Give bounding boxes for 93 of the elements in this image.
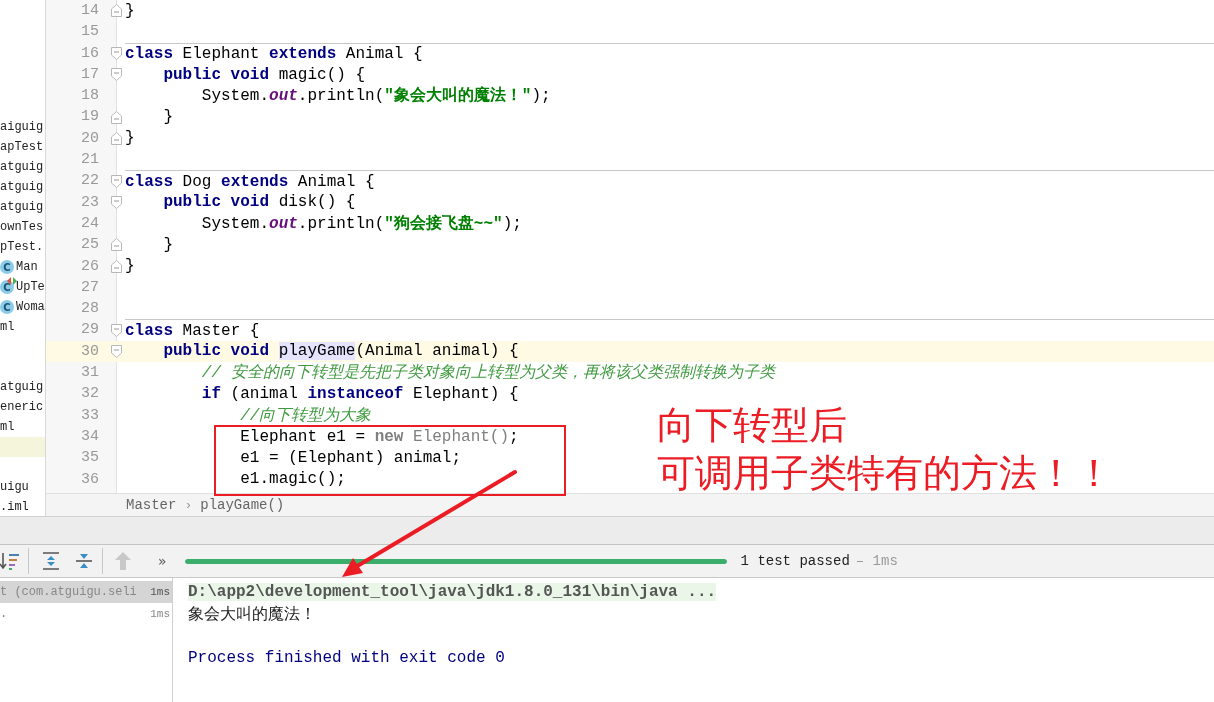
selected-row[interactable]: [0, 437, 45, 457]
test-row[interactable]: . 1ms: [0, 603, 172, 625]
test-name: t (com.atguigu.seli: [0, 585, 137, 599]
code-line: }: [162, 235, 173, 254]
test-time: 1ms: [150, 608, 170, 620]
tree-item[interactable]: Woma: [16, 300, 45, 314]
code-line: if (animal instanceof Elephant) {: [200, 385, 519, 403]
breadcrumb-item[interactable]: Master: [126, 497, 177, 513]
code-line: }: [162, 108, 173, 127]
callout-text: 向下转型后: [657, 402, 848, 449]
fold-icon[interactable]: [111, 259, 122, 273]
fold-icon[interactable]: [111, 46, 122, 60]
code-line: class Master {: [125, 321, 260, 340]
test-time: 1ms: [150, 586, 170, 598]
tree-item[interactable]: apTest: [0, 140, 44, 154]
tree-item[interactable]: atguig: [0, 160, 44, 174]
line-number: 24: [80, 213, 99, 234]
code-line: //向下转型为大象: [239, 405, 372, 426]
line-number: 14: [80, 1, 99, 21]
code-line: class Elephant extends Animal {: [125, 44, 423, 63]
breadcrumb-separator: ›: [184, 497, 193, 513]
code-line: // 安全的向下转型是先把子类对象向上转型为父类，再将该父类强制转换为子类: [200, 362, 775, 384]
tree-item[interactable]: pTest.: [0, 240, 44, 254]
code-line: public void playGame(Animal animal) {: [162, 342, 519, 361]
line-number: 30: [80, 341, 99, 362]
console-line: Process finished with exit code 0: [188, 649, 505, 667]
code-line: public void magic() {: [162, 65, 366, 84]
code-line: e1 = (Elephant) animal;: [239, 448, 462, 467]
line-number: 31: [80, 363, 99, 384]
line-number: 18: [80, 86, 99, 107]
line-number: 17: [80, 64, 99, 85]
collapse-all-icon[interactable]: [74, 551, 94, 571]
tree-item[interactable]: ownTes: [0, 220, 44, 234]
code-line: public void disk() {: [162, 193, 356, 212]
line-number: 33: [80, 405, 99, 426]
test-row[interactable]: t (com.atguigu.seli 1ms: [0, 581, 172, 603]
tree-item[interactable]: .iml: [0, 500, 29, 514]
console-line: 象会大叫的魔法！: [188, 604, 316, 625]
class-icon: C: [0, 300, 14, 314]
fold-icon[interactable]: [111, 344, 122, 358]
tree-item[interactable]: Man: [16, 260, 38, 274]
line-number: 26: [80, 256, 99, 277]
class-icon: C: [0, 280, 14, 294]
code-line: class Dog extends Animal {: [125, 172, 375, 191]
code-line: }: [125, 257, 135, 276]
up-arrow-icon[interactable]: [114, 551, 132, 571]
class-icon: C: [0, 260, 14, 274]
line-number: 27: [80, 277, 99, 298]
code-line: System.out.println("象会大叫的魔法！");: [200, 85, 551, 107]
tree-item[interactable]: atguig: [0, 200, 44, 214]
fold-icon[interactable]: [111, 131, 122, 145]
tree-item[interactable]: atguig: [0, 180, 44, 194]
tree-item[interactable]: atguig: [0, 380, 44, 394]
line-number: 16: [80, 43, 99, 64]
tree-item[interactable]: UpTe: [16, 280, 45, 294]
test-status: 1 test passed: [740, 553, 850, 569]
test-duration: – 1ms: [855, 553, 898, 569]
code-line: }: [125, 1, 135, 20]
sort-icon[interactable]: [0, 550, 20, 572]
line-number: 29: [80, 320, 99, 341]
line-number: 23: [80, 192, 99, 213]
tree-item[interactable]: aiguig: [0, 120, 44, 134]
line-number: 36: [80, 469, 99, 490]
test-name: .: [0, 607, 8, 621]
line-number: 35: [80, 448, 99, 469]
line-number: 15: [80, 22, 99, 43]
fold-icon[interactable]: [111, 238, 122, 252]
code-line: e1.magic();: [239, 470, 346, 489]
line-number: 22: [80, 171, 99, 192]
expand-all-icon[interactable]: [41, 551, 61, 571]
tree-item[interactable]: ml: [0, 420, 15, 434]
fold-icon[interactable]: [111, 110, 122, 124]
fold-icon[interactable]: [111, 174, 122, 188]
line-number: 34: [80, 426, 99, 447]
breadcrumb-item[interactable]: playGame(): [200, 497, 285, 513]
line-number: 20: [80, 128, 99, 149]
more-button[interactable]: »: [154, 553, 171, 569]
tree-item[interactable]: uigu: [0, 480, 29, 494]
tree-item[interactable]: ml: [0, 320, 15, 334]
tree-item[interactable]: eneric: [0, 400, 44, 414]
code-line: System.out.println("狗会接飞盘~~");: [200, 213, 522, 235]
line-number: 28: [80, 299, 99, 320]
code-line: }: [125, 129, 135, 148]
fold-icon[interactable]: [111, 195, 122, 209]
line-number: 21: [80, 150, 99, 171]
line-number: 25: [80, 235, 99, 256]
callout-text: 可调用子类特有的方法！！: [657, 450, 1113, 497]
fold-icon[interactable]: [111, 68, 122, 82]
line-number: 32: [80, 384, 99, 405]
fold-icon[interactable]: [111, 323, 122, 337]
code-line: Elephant e1 = new Elephant();: [239, 427, 519, 446]
line-number: 19: [80, 107, 99, 128]
fold-icon[interactable]: [111, 4, 122, 18]
